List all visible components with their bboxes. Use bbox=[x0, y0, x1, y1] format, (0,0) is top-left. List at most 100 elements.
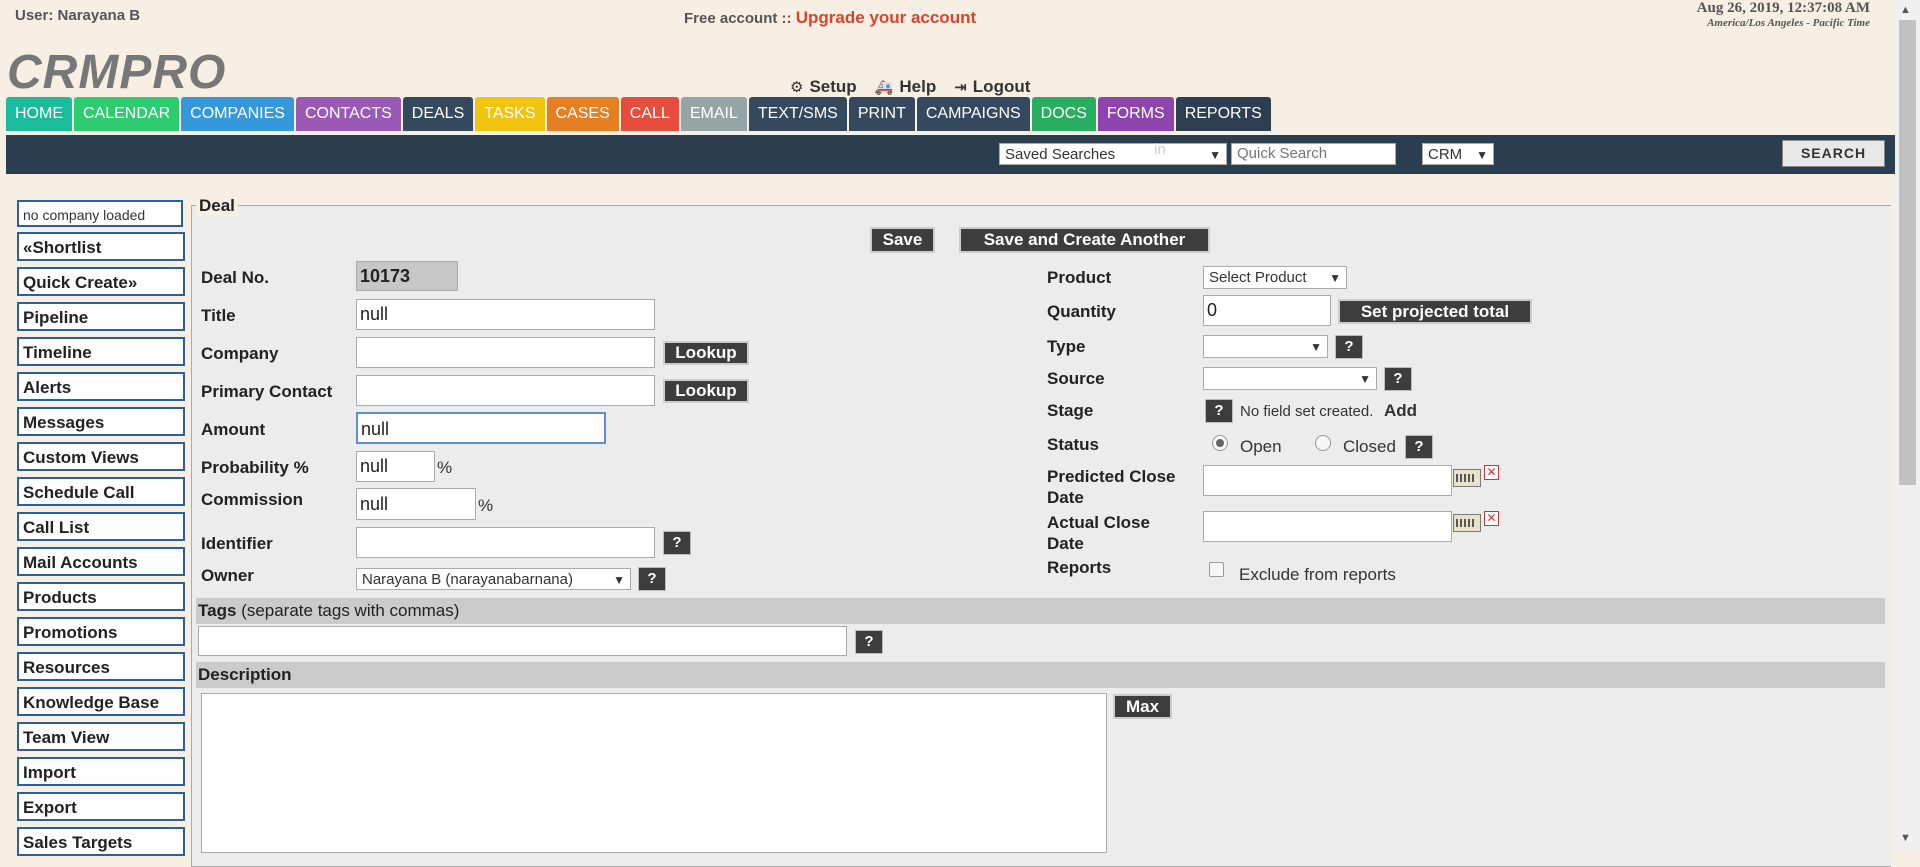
nav-tab-calendar[interactable]: CALENDAR bbox=[74, 97, 180, 131]
calendar-icon[interactable] bbox=[1453, 469, 1481, 487]
stage-add-link[interactable]: Add bbox=[1384, 401, 1417, 421]
sidebar-item-schedule-call[interactable]: Schedule Call bbox=[17, 477, 185, 506]
identifier-field[interactable] bbox=[356, 527, 655, 558]
max-button[interactable]: Max bbox=[1113, 694, 1172, 719]
sidebar-item-products[interactable]: Products bbox=[17, 582, 185, 611]
sidebar-item-sales-targets[interactable]: Sales Targets bbox=[17, 827, 185, 856]
amount-field[interactable]: null bbox=[356, 412, 606, 444]
sidebar-item-resources[interactable]: Resources bbox=[17, 652, 185, 681]
probability-field[interactable]: null bbox=[356, 451, 435, 482]
owner-help-button[interactable]: ? bbox=[638, 567, 666, 591]
nav-tab-forms[interactable]: FORMS bbox=[1097, 97, 1174, 131]
exclude-from-reports-checkbox[interactable] bbox=[1209, 562, 1224, 577]
search-button[interactable]: SEARCH bbox=[1782, 140, 1885, 167]
product-label: Product bbox=[1047, 268, 1112, 287]
nav-tab-contacts[interactable]: CONTACTS bbox=[295, 97, 401, 131]
sidebar-item-mail-accounts[interactable]: Mail Accounts bbox=[17, 547, 185, 576]
scroll-down-icon[interactable]: ▼ bbox=[1900, 832, 1911, 844]
owner-select[interactable]: Narayana B (narayanabarnana) ▼ bbox=[356, 568, 631, 590]
sidebar-item-knowledge-base[interactable]: Knowledge Base bbox=[17, 687, 185, 716]
type-label: Type bbox=[1047, 337, 1086, 356]
status-label: Status bbox=[1047, 435, 1099, 454]
primary-contact-field[interactable] bbox=[356, 375, 655, 406]
sidebar-item-pipeline[interactable]: Pipeline bbox=[17, 302, 185, 331]
save-and-create-another-button[interactable]: Save and Create Another bbox=[959, 227, 1210, 253]
sidebar-item-export[interactable]: Export bbox=[17, 792, 185, 821]
in-label: in bbox=[1154, 141, 1166, 158]
source-label: Source bbox=[1047, 369, 1105, 388]
search-scope-label: CRM bbox=[1428, 146, 1463, 163]
company-field[interactable] bbox=[356, 337, 655, 368]
sidebar-item-messages[interactable]: Messages bbox=[17, 407, 185, 436]
sidebar-item-call-list[interactable]: Call List bbox=[17, 512, 185, 541]
search-scope-select[interactable]: CRM ▼ bbox=[1422, 143, 1494, 165]
actual-close-date-field[interactable] bbox=[1203, 511, 1452, 542]
nav-tab-tasks[interactable]: TASKS bbox=[475, 97, 545, 131]
sidebar-item-import[interactable]: Import bbox=[17, 757, 185, 786]
status-help-button[interactable]: ? bbox=[1405, 435, 1433, 459]
commission-field[interactable]: null bbox=[356, 488, 476, 520]
tags-section-header: Tags (separate tags with commas) bbox=[196, 598, 1885, 624]
actual-close-date-label: Actual Close Date bbox=[1047, 512, 1150, 554]
exclude-from-reports-label: Exclude from reports bbox=[1239, 565, 1396, 584]
primary-contact-lookup-button[interactable]: Lookup bbox=[663, 379, 749, 403]
set-projected-total-button[interactable]: Set projected total bbox=[1338, 299, 1532, 324]
dropdown-arrow-icon: ▼ bbox=[1329, 271, 1341, 285]
identifier-help-button[interactable]: ? bbox=[663, 531, 691, 555]
status-open-radio[interactable] bbox=[1212, 435, 1228, 451]
sidebar-item-custom-views[interactable]: Custom Views bbox=[17, 442, 185, 471]
predicted-close-date-label: Predicted Close Date bbox=[1047, 466, 1176, 508]
dropdown-arrow-icon: ▼ bbox=[1310, 340, 1322, 354]
saved-searches-label: Saved Searches bbox=[1005, 146, 1116, 163]
type-help-button[interactable]: ? bbox=[1335, 335, 1363, 359]
logout-link[interactable]: ⇥ Logout bbox=[954, 77, 1030, 97]
tags-help-button[interactable]: ? bbox=[855, 630, 883, 654]
quantity-field[interactable]: 0 bbox=[1203, 295, 1331, 326]
status-open-label: Open bbox=[1240, 437, 1282, 456]
sidebar-item-timeline[interactable]: Timeline bbox=[17, 337, 185, 366]
clear-icon[interactable]: ✕ bbox=[1484, 511, 1499, 526]
description-textarea[interactable] bbox=[201, 693, 1107, 853]
user-label: User: Narayana B bbox=[15, 7, 141, 24]
sidebar-item-promotions[interactable]: Promotions bbox=[17, 617, 185, 646]
sidebar-item-quick-create[interactable]: Quick Create» bbox=[17, 267, 185, 296]
datetime: Aug 26, 2019, 12:37:08 AM America/Los An… bbox=[1697, 0, 1870, 29]
scrollbar-thumb[interactable] bbox=[1899, 20, 1916, 485]
type-select[interactable]: ▼ bbox=[1203, 335, 1328, 358]
quick-search-input[interactable] bbox=[1231, 143, 1396, 165]
clear-icon[interactable]: ✕ bbox=[1484, 465, 1499, 480]
nav-tab-cases[interactable]: CASES bbox=[546, 97, 619, 131]
source-select[interactable]: ▼ bbox=[1203, 367, 1377, 390]
upgrade-link[interactable]: Upgrade your account bbox=[796, 8, 976, 27]
setup-link[interactable]: ⚙ Setup bbox=[790, 77, 857, 97]
stage-help-button[interactable]: ? bbox=[1205, 399, 1233, 423]
nav-tab-companies[interactable]: COMPANIES bbox=[181, 97, 294, 131]
company-lookup-button[interactable]: Lookup bbox=[663, 341, 749, 365]
sidebar-item-alerts[interactable]: Alerts bbox=[17, 372, 185, 401]
status-closed-radio[interactable] bbox=[1315, 435, 1331, 451]
saved-searches-select[interactable]: Saved Searches ▼ bbox=[999, 143, 1227, 165]
tags-label: Tags bbox=[198, 601, 237, 620]
sidebar-item-team-view[interactable]: Team View bbox=[17, 722, 185, 751]
nav-tab-reports[interactable]: REPORTS bbox=[1175, 97, 1271, 131]
nav-tab-email[interactable]: EMAIL bbox=[680, 97, 747, 131]
nav-tab-print[interactable]: PRINT bbox=[848, 97, 915, 131]
main-nav: HOME CALENDAR COMPANIES CONTACTS DEALS TASKS C… bbox=[6, 97, 1271, 131]
quantity-label: Quantity bbox=[1047, 302, 1116, 321]
title-field[interactable]: null bbox=[356, 299, 655, 330]
nav-tab-text-sms[interactable]: TEXT/SMS bbox=[748, 97, 847, 131]
scroll-up-icon[interactable]: ▲ bbox=[1900, 4, 1911, 16]
nav-tab-call[interactable]: CALL bbox=[620, 97, 679, 131]
source-help-button[interactable]: ? bbox=[1384, 367, 1412, 391]
nav-tab-home[interactable]: HOME bbox=[6, 97, 72, 131]
sidebar-item-shortlist[interactable]: «Shortlist bbox=[17, 232, 185, 261]
predicted-close-date-field[interactable] bbox=[1203, 465, 1452, 496]
product-select[interactable]: Select Product ▼ bbox=[1203, 266, 1347, 289]
tags-field[interactable] bbox=[198, 626, 847, 656]
nav-tab-campaigns[interactable]: CAMPAIGNS bbox=[916, 97, 1030, 131]
nav-tab-deals[interactable]: DEALS bbox=[402, 97, 474, 131]
help-link[interactable]: 🚑 Help bbox=[875, 77, 937, 97]
nav-tab-docs[interactable]: DOCS bbox=[1031, 97, 1096, 131]
calendar-icon[interactable] bbox=[1453, 514, 1481, 532]
save-button[interactable]: Save bbox=[870, 227, 935, 253]
